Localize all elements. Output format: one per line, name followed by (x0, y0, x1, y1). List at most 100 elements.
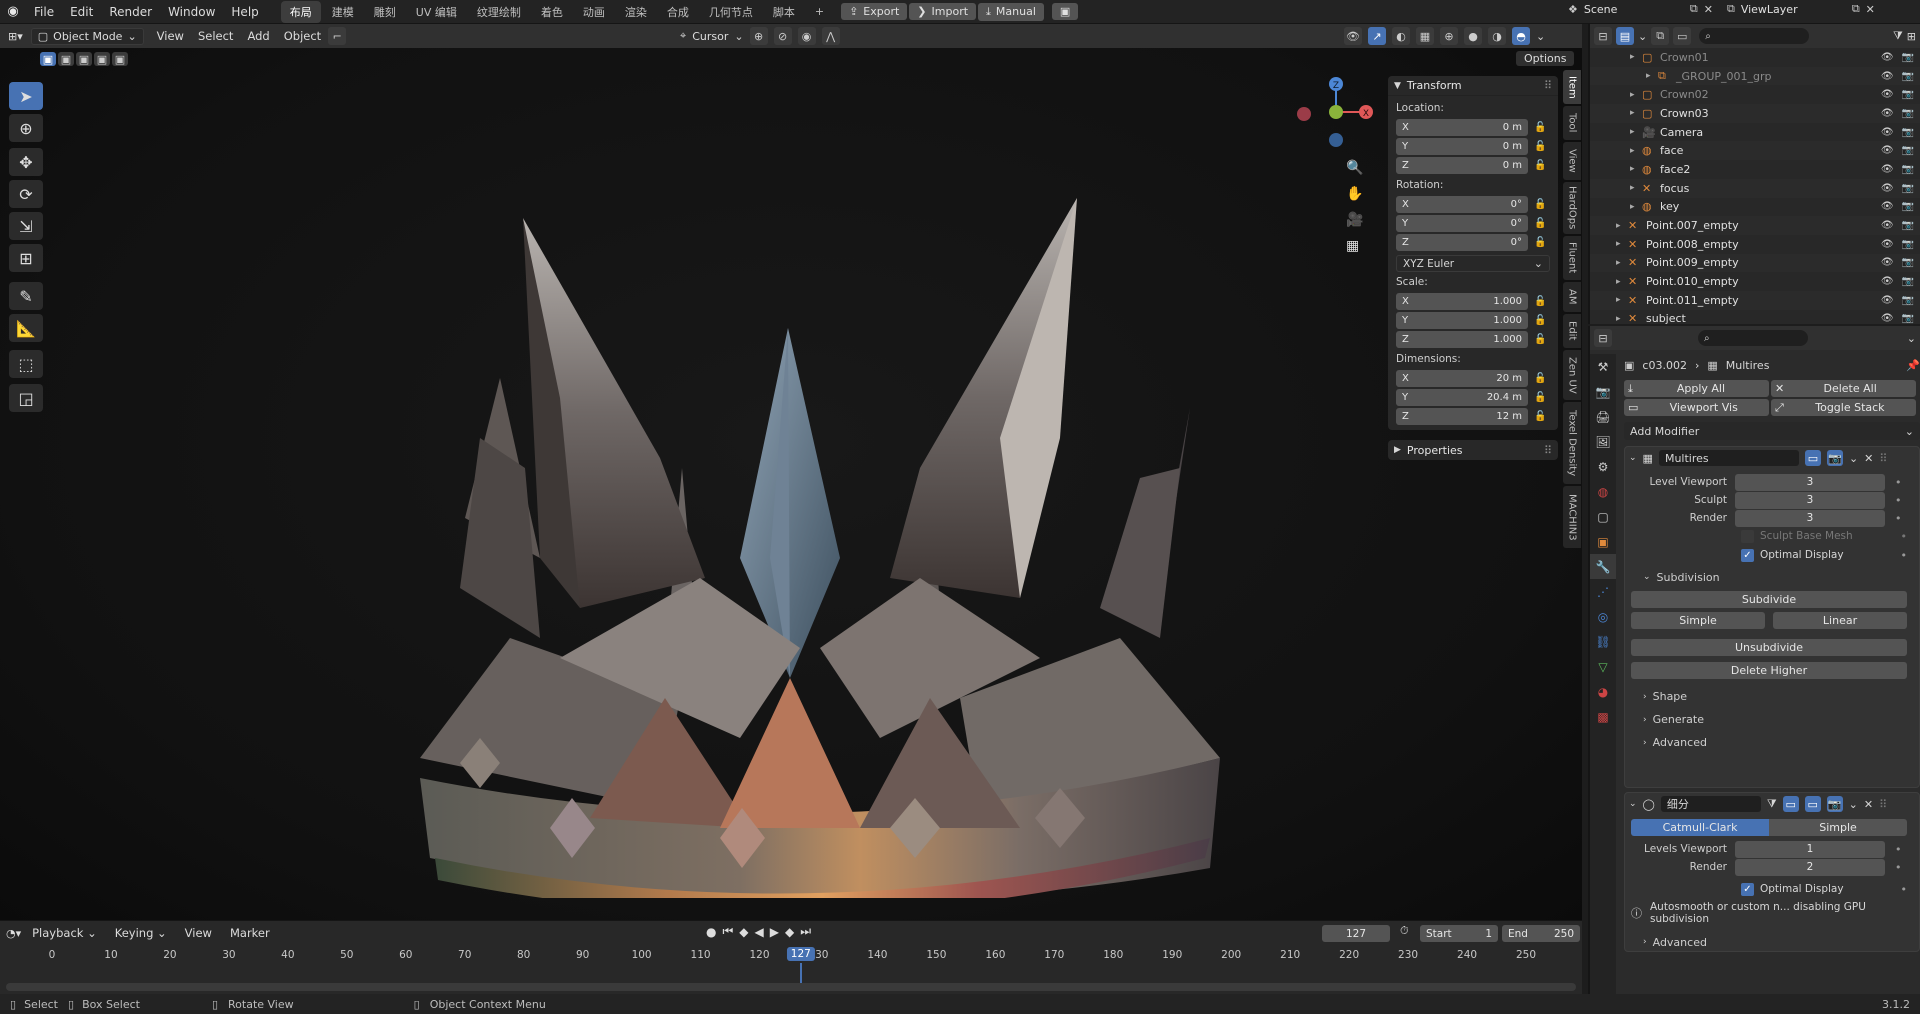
show-viewport-icon[interactable]: ▭ (1804, 450, 1821, 466)
chevron-down-icon[interactable]: ⌄ (1907, 332, 1916, 345)
menu-keying[interactable]: Keying ⌄ (108, 926, 174, 940)
lock-icon[interactable]: 🔓 (1534, 237, 1546, 248)
tab-edit[interactable]: Edit (1563, 314, 1581, 348)
add-workspace-button[interactable]: + (806, 2, 833, 21)
visibility-icon[interactable]: 👁 (1881, 220, 1894, 231)
lock-icon[interactable]: 🔓 (1534, 411, 1546, 422)
simple-toggle[interactable]: Simple (1769, 819, 1907, 836)
view-layer-tab-icon[interactable]: 🖼 (1590, 429, 1616, 454)
timeline-scrollbar[interactable] (6, 983, 1576, 991)
visibility-icon[interactable]: 👁 (1881, 183, 1894, 194)
drag-handle-icon[interactable]: ⠿ (1544, 79, 1552, 92)
extra-tool[interactable]: ◲ (9, 384, 43, 412)
subdivision-subpanel-header[interactable]: ⌄ Subdivision (1631, 565, 1913, 589)
render-level-field[interactable]: 3 (1735, 509, 1885, 527)
sculpt-level-field[interactable]: 3 (1735, 491, 1885, 509)
tab-zen-uv[interactable]: Zen UV (1563, 350, 1581, 400)
camera-render-icon[interactable]: 📷 (1902, 108, 1914, 119)
3d-viewport[interactable]: ▣ ▣ ▣ ▣ ▣ Options ➤ ⊕ ✥ ⟳ ⇲ ⊞ ✎ 📐 ⬚ ◲ Z … (0, 48, 1582, 920)
world-tab-icon[interactable]: ◍ (1590, 479, 1616, 504)
tab-workspace-shading[interactable]: 着色 (532, 1, 572, 23)
outliner-row[interactable]: ▸ ✕ Point.010_empty 👁 📷 (1590, 272, 1920, 291)
menu-file[interactable]: File (26, 5, 62, 19)
select-subtract-icon[interactable]: ▣ (76, 52, 92, 66)
expand-arrow-icon[interactable]: ▸ (1630, 164, 1642, 174)
simple-button[interactable]: Simple (1631, 612, 1765, 629)
outliner-row[interactable]: ▸ ▢ Crown02 👁 📷 (1590, 85, 1920, 104)
display-mode-icon[interactable]: ▤ (1616, 27, 1634, 45)
show-viewport-icon[interactable]: ▭ (1804, 796, 1821, 812)
rotation-y-field[interactable]: Y 0° (1396, 215, 1528, 232)
lock-icon[interactable]: 🔓 (1534, 334, 1546, 345)
select-invert-icon[interactable]: ▣ (94, 52, 110, 66)
shape-subpanel-header[interactable]: › Shape (1631, 685, 1913, 708)
menu-marker[interactable]: Marker (223, 926, 277, 940)
expand-arrow-icon[interactable]: ▸ (1630, 183, 1642, 193)
solid-shading-icon[interactable]: ● (1464, 27, 1482, 45)
ortho-grid-icon[interactable]: ▦ (1346, 238, 1363, 254)
move-tool[interactable]: ✥ (9, 148, 43, 176)
keyframe-dot-icon[interactable]: • (1895, 843, 1902, 856)
camera-render-icon[interactable]: 📷 (1902, 295, 1914, 306)
tab-workspace-scripting[interactable]: 脚本 (764, 1, 804, 23)
particles-tab-icon[interactable]: ⋰ (1590, 579, 1616, 604)
camera-view-icon[interactable]: 🎥 (1346, 212, 1363, 228)
modifier-name-input[interactable]: Multires (1658, 450, 1799, 466)
end-frame-field[interactable]: End 250 (1502, 925, 1580, 942)
tab-workspace-texture[interactable]: 纹理绘制 (468, 1, 530, 23)
scene-selector[interactable]: Scene (1584, 3, 1684, 16)
expand-arrow-icon[interactable]: ▸ (1646, 71, 1658, 81)
shading-options-icon[interactable]: ⌄ (1536, 30, 1545, 43)
annotate-tool[interactable]: ✎ (9, 282, 43, 310)
timeline-editor-icon[interactable]: ◔▾ (6, 927, 21, 940)
stopwatch-icon[interactable]: ⏱ (1400, 924, 1409, 938)
delete-all-button[interactable]: ✕ Delete All (1771, 380, 1916, 397)
optimal-display-checkbox[interactable]: ✓ (1741, 548, 1754, 562)
mode-dropdown[interactable]: ▢ Object Mode ⌄ (30, 27, 144, 45)
expand-arrow-icon[interactable]: ▸ (1630, 127, 1642, 137)
levels-viewport-field[interactable]: 1 (1735, 840, 1885, 858)
navigation-gizmo[interactable]: Z X (1290, 66, 1380, 176)
close-icon[interactable]: ✕ (1864, 452, 1873, 465)
tab-fluent[interactable]: Fluent (1563, 236, 1581, 280)
tab-tool[interactable]: Tool (1563, 106, 1581, 140)
filter-scenes-icon[interactable]: ⧉ (1651, 27, 1670, 45)
pan-hand-icon[interactable]: ✋ (1346, 186, 1363, 202)
lock-icon[interactable]: 🔓 (1534, 141, 1546, 152)
advanced-subpanel-header[interactable]: › Advanced (1631, 930, 1913, 954)
scene-copy-icon[interactable]: ⧉ (1690, 2, 1698, 16)
properties-editor-icon[interactable]: ⊟ (1594, 329, 1612, 347)
scale-x-field[interactable]: X 1.000 (1396, 293, 1528, 310)
camera-render-icon[interactable]: 📷 (1902, 164, 1914, 175)
physics-tab-icon[interactable]: ◎ (1590, 604, 1616, 629)
tab-hardops[interactable]: HardOps (1563, 182, 1581, 234)
outliner-editor-icon[interactable]: ⊟ (1594, 27, 1612, 45)
tab-view[interactable]: View (1563, 142, 1581, 180)
select-new-icon[interactable]: ▣ (40, 52, 56, 66)
editor-type-icon[interactable]: ⊞▾ (0, 30, 31, 43)
drag-handle-icon[interactable]: ⠿ (1879, 452, 1887, 465)
prev-keyframe-icon[interactable]: ◆ (739, 925, 748, 939)
advanced-subpanel-header[interactable]: › Advanced (1631, 731, 1913, 754)
data-tab-icon[interactable]: ▽ (1590, 654, 1616, 679)
visibility-icon[interactable]: 👁 (1881, 89, 1894, 100)
lock-icon[interactable]: 🔓 (1534, 296, 1546, 307)
expand-arrow-icon[interactable]: ▸ (1616, 295, 1628, 305)
cursor-tool[interactable]: ⊕ (9, 114, 43, 142)
add-cube-tool[interactable]: ⬚ (9, 350, 43, 378)
collection-tab-icon[interactable]: ▢ (1590, 504, 1616, 529)
output-tab-icon[interactable]: 🖨 (1590, 404, 1616, 429)
tab-workspace-sculpt[interactable]: 雕刻 (365, 1, 405, 23)
visibility-icon[interactable]: 👁 (1344, 27, 1362, 45)
rendered-shading-icon[interactable]: ◓ (1512, 27, 1530, 45)
visibility-icon[interactable]: 👁 (1881, 145, 1894, 156)
new-collection-icon[interactable]: ⊞ (1907, 30, 1916, 43)
falloff-icon[interactable]: ⋀ (821, 27, 840, 45)
keyframe-dot-icon[interactable]: • (1901, 530, 1908, 543)
current-frame-field[interactable]: 127 (1322, 925, 1390, 942)
select-box-tool[interactable]: ➤ (9, 82, 43, 110)
chevron-down-icon[interactable]: ⌄ (1849, 798, 1858, 811)
location-y-field[interactable]: Y0 m (1396, 138, 1528, 155)
camera-render-icon[interactable]: 📷 (1902, 201, 1914, 212)
expand-arrow-icon[interactable]: ▸ (1630, 108, 1642, 118)
